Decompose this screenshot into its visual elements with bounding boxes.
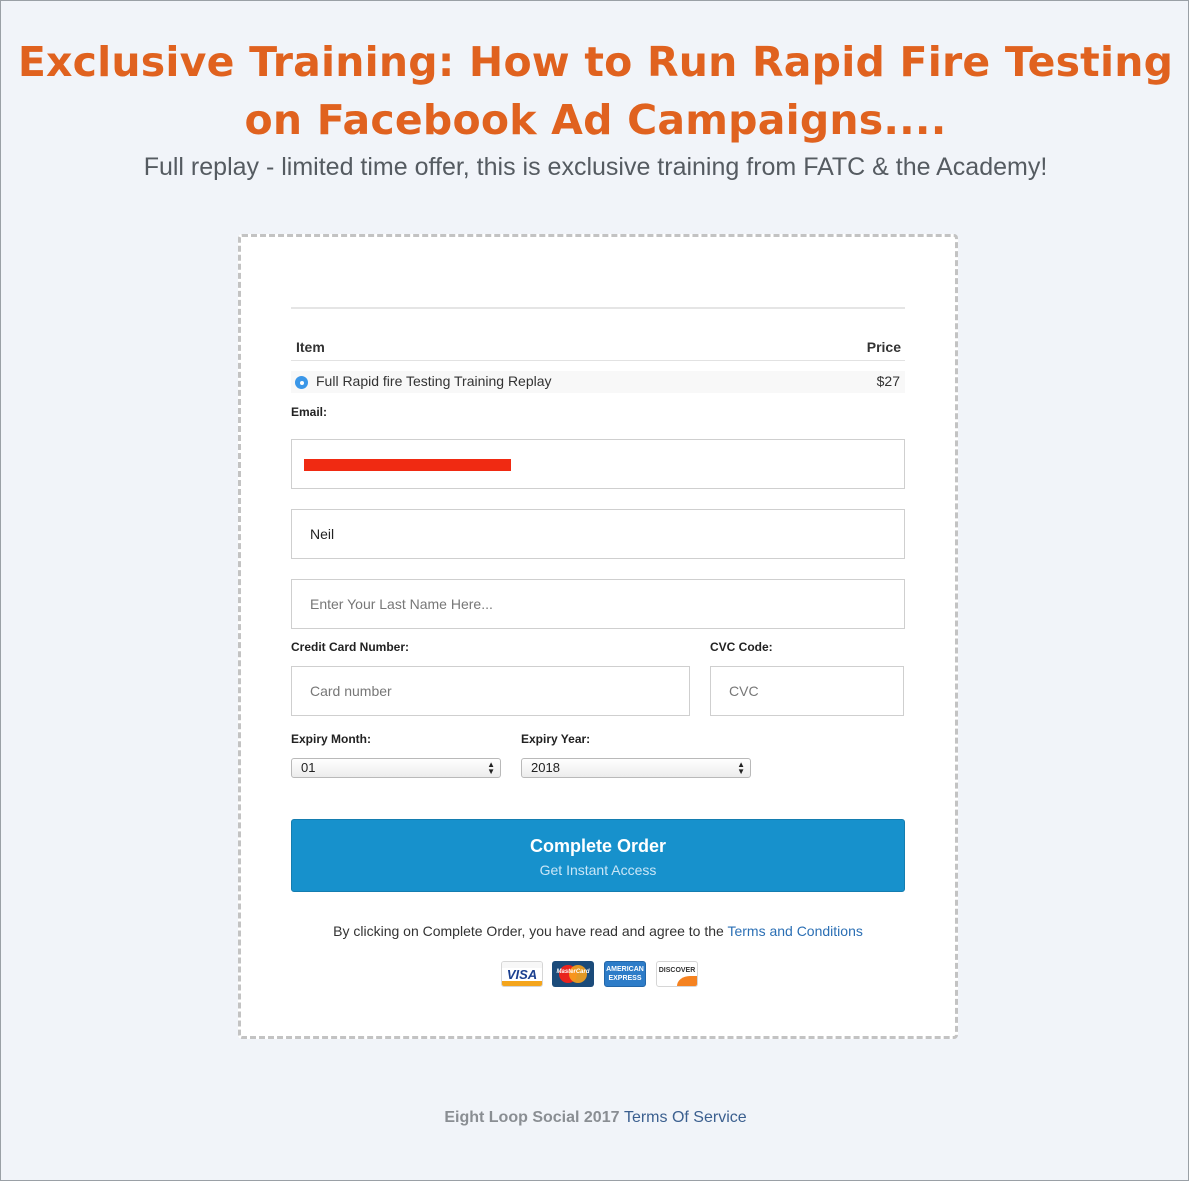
discover-icon: DISCOVER [656, 961, 698, 987]
product-radio[interactable] [295, 376, 308, 389]
divider [291, 307, 905, 309]
visa-icon: VISA [501, 961, 543, 987]
complete-order-button[interactable]: Complete Order Get Instant Access [291, 819, 905, 892]
payment-logos: VISA MasterCard AMERICAN EXPRESS DISCOVE… [501, 961, 701, 987]
cvc-label: CVC Code: [710, 640, 773, 654]
email-label: Email: [291, 405, 328, 419]
expiry-year-value: 2018 [531, 760, 560, 775]
select-arrows-icon: ▲ ▼ [487, 760, 495, 776]
terms-of-service-link[interactable]: Terms Of Service [624, 1109, 747, 1126]
select-arrows-icon: ▲ ▼ [737, 760, 745, 776]
product-name: Full Rapid fire Testing Training Replay [316, 373, 552, 389]
amex-icon: AMERICAN EXPRESS [604, 961, 646, 987]
price-column-header: Price [866, 339, 901, 355]
card-number-field[interactable]: Card number [291, 666, 690, 716]
card-number-label: Credit Card Number: [291, 640, 410, 654]
expiry-month-label: Expiry Month: [291, 732, 371, 746]
redacted-email [304, 459, 511, 471]
cvc-field[interactable]: CVC [710, 666, 904, 716]
product-price: $27 [876, 373, 900, 389]
email-field[interactable] [291, 439, 905, 489]
footer-company: Eight Loop Social 2017 [444, 1109, 620, 1126]
order-table-header: Item Price [291, 335, 905, 361]
expiry-year-label: Expiry Year: [521, 732, 591, 746]
agreement-text: By clicking on Complete Order, you have … [333, 923, 728, 939]
first-name-field[interactable]: Neil [291, 509, 905, 559]
terms-link[interactable]: Terms and Conditions [727, 923, 862, 939]
page-headline: Exclusive Training: How to Run Rapid Fir… [17, 38, 1174, 144]
expiry-month-select[interactable]: 01 ▲ ▼ [291, 758, 501, 778]
expiry-year-select[interactable]: 2018 ▲ ▼ [521, 758, 751, 778]
footer: Eight Loop Social 2017 Terms Of Service [1, 1109, 1189, 1127]
order-form-card: Item Price Full Rapid fire Testing Train… [238, 234, 958, 1039]
button-title: Complete Order [529, 836, 667, 856]
last-name-field[interactable]: Enter Your Last Name Here... [291, 579, 905, 629]
mastercard-icon: MasterCard [552, 961, 594, 987]
expiry-month-value: 01 [301, 760, 316, 775]
page-subheadline: Full replay - limited time offer, this i… [143, 153, 1048, 181]
product-row[interactable]: Full Rapid fire Testing Training Replay … [291, 371, 905, 393]
item-column-header: Item [296, 339, 325, 355]
button-subtitle: Get Instant Access [539, 862, 657, 878]
terms-agreement: By clicking on Complete Order, you have … [241, 923, 955, 939]
